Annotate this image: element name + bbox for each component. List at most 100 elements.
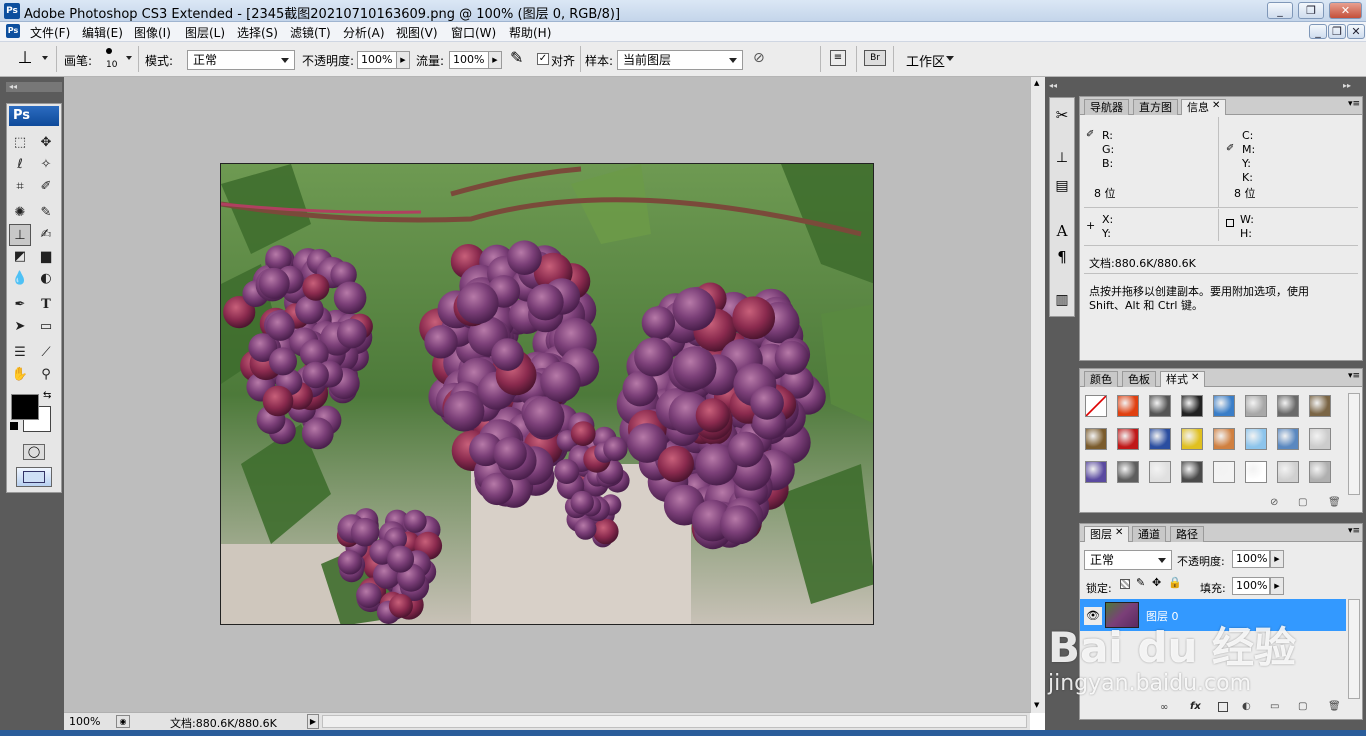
tab-paths[interactable]: 路径	[1170, 526, 1204, 542]
new-style-icon[interactable]: ▢	[1298, 497, 1307, 508]
link-layers-icon[interactable]: ∞	[1160, 702, 1168, 713]
dock-expand-icon[interactable]: ▸▸	[1343, 81, 1363, 91]
blend-mode-select[interactable]: 正常	[1084, 550, 1172, 570]
silver-style[interactable]	[1245, 395, 1267, 417]
layers-scrollbar[interactable]	[1348, 599, 1360, 699]
tab-histogram[interactable]: 直方图	[1133, 99, 1178, 115]
tool-preset-chevron-down-icon[interactable]	[42, 56, 48, 60]
marquee-tool-icon[interactable]: ⬚	[9, 132, 31, 154]
vertical-scrollbar[interactable]: ▲ ▼	[1030, 77, 1045, 713]
quick-mask-icon[interactable]: ◯	[23, 444, 45, 460]
lock-all-icon[interactable]: 🔒	[1168, 576, 1182, 589]
menu-window[interactable]: 窗口(W)	[451, 24, 496, 41]
workspace-menu[interactable]: 工作区	[906, 51, 945, 70]
close-tab-icon[interactable]: ✕	[1115, 527, 1123, 538]
doc-restore-button[interactable]: ❐	[1328, 24, 1346, 39]
workspace-chevron-down-icon[interactable]	[946, 56, 954, 61]
layer-mask-icon[interactable]	[1218, 702, 1228, 712]
mode-select[interactable]: 正常	[187, 50, 295, 70]
layer-style-icon[interactable]: fx	[1190, 701, 1201, 712]
clear-style-icon[interactable]: ⊘	[1270, 497, 1278, 508]
opacity-input[interactable]: 100%	[357, 51, 397, 69]
sunset-style[interactable]	[1213, 428, 1235, 450]
screen-mode-icon[interactable]	[16, 467, 52, 487]
flow-input[interactable]: 100%	[449, 51, 489, 69]
layer-opacity-arrow-icon[interactable]: ▶	[1270, 550, 1284, 568]
tab-navigator[interactable]: 导航器	[1084, 99, 1129, 115]
minimize-button[interactable]: _	[1267, 2, 1293, 19]
clone-stamp-tool-icon[interactable]: ⊥	[9, 224, 31, 246]
aligned-checkbox[interactable]: ✓	[537, 53, 549, 65]
zoom-tool-icon[interactable]: ⚲	[35, 364, 57, 386]
doc-minimize-button[interactable]: _	[1309, 24, 1327, 39]
hand-tool-icon[interactable]: ✋	[9, 364, 31, 386]
healing-brush-tool-icon[interactable]: ✺	[9, 202, 31, 224]
brush-tool-icon[interactable]: ✎	[35, 202, 57, 224]
new-group-icon[interactable]: ▭	[1270, 701, 1279, 712]
layer-comps-icon[interactable]: ▥	[1052, 292, 1072, 314]
toggle-brushes-panel-icon[interactable]: ≡	[830, 50, 846, 66]
notes-tool-icon[interactable]: ☰	[9, 342, 31, 364]
bevel-style[interactable]	[1277, 461, 1299, 483]
tools-collapse-icon[interactable]: ◂◂	[6, 82, 62, 92]
scroll-down-icon[interactable]: ▼	[1034, 701, 1039, 709]
lock-transparency-icon[interactable]	[1120, 579, 1130, 589]
status-menu-arrow-icon[interactable]: ▶	[307, 714, 319, 729]
wood-style[interactable]	[1085, 428, 1107, 450]
clone-source-icon[interactable]: ⊥	[1052, 150, 1072, 172]
pen-tool-icon[interactable]: ✒	[9, 294, 31, 316]
type-tool-icon[interactable]: T	[35, 294, 57, 316]
default-colors-icon[interactable]	[10, 422, 18, 430]
dark-gray-style[interactable]	[1117, 461, 1139, 483]
close-tab-icon[interactable]: ✕	[1191, 372, 1199, 383]
outline-style[interactable]	[1213, 461, 1235, 483]
scroll-up-icon[interactable]: ▲	[1034, 79, 1039, 87]
menu-image[interactable]: 图像(I)	[134, 24, 171, 41]
styles-scrollbar[interactable]	[1348, 393, 1360, 495]
dock-collapse-icon[interactable]: ◂◂	[1049, 81, 1079, 91]
brushes-icon[interactable]: ▤	[1052, 178, 1072, 200]
panel-menu-icon[interactable]: ▾≡	[1348, 371, 1360, 381]
fill-input[interactable]: 100%	[1232, 577, 1270, 595]
chrome-style[interactable]	[1181, 395, 1203, 417]
document-canvas[interactable]	[220, 163, 874, 625]
eyedropper-tool-icon[interactable]: ⟋	[35, 342, 57, 364]
eraser-tool-icon[interactable]: ◩	[9, 246, 31, 268]
red-style[interactable]	[1117, 428, 1139, 450]
brush-chevron-down-icon[interactable]	[126, 56, 132, 60]
opacity-arrow-icon[interactable]: ▶	[396, 51, 410, 69]
magic-wand-tool-icon[interactable]: ✧	[35, 154, 57, 176]
light-style[interactable]	[1149, 461, 1171, 483]
history-brush-tool-icon[interactable]: ✍	[35, 224, 57, 246]
charcoal-style[interactable]	[1181, 461, 1203, 483]
character-icon[interactable]: A	[1052, 222, 1072, 244]
menu-file[interactable]: 文件(F)	[30, 24, 70, 41]
sample-select[interactable]: 当前图层	[617, 50, 743, 70]
restore-button[interactable]: ❐	[1298, 2, 1324, 19]
menu-select[interactable]: 选择(S)	[237, 24, 278, 41]
rainbow-style[interactable]	[1149, 428, 1171, 450]
fill-arrow-icon[interactable]: ▶	[1270, 577, 1284, 595]
panel-menu-icon[interactable]: ▾≡	[1348, 526, 1360, 536]
landscape-style[interactable]	[1277, 428, 1299, 450]
lasso-tool-icon[interactable]: ℓ	[9, 154, 31, 176]
flow-arrow-icon[interactable]: ▶	[488, 51, 502, 69]
close-button[interactable]: ✕	[1329, 2, 1362, 19]
metal-style[interactable]	[1277, 395, 1299, 417]
purple-style[interactable]	[1085, 461, 1107, 483]
airbrush-icon[interactable]: ✎	[510, 48, 523, 67]
layer-name[interactable]: 图层 0	[1146, 608, 1179, 624]
brush-tip-icon[interactable]	[106, 48, 112, 54]
doc-close-button[interactable]: ✕	[1347, 24, 1365, 39]
ignore-adjustment-layers-icon[interactable]: ⊘	[753, 50, 765, 66]
lock-position-icon[interactable]: ✥	[1152, 576, 1161, 589]
menu-help[interactable]: 帮助(H)	[509, 24, 551, 41]
adjustment-layer-icon[interactable]: ◐	[1242, 701, 1251, 712]
paragraph-icon[interactable]: ¶	[1052, 248, 1072, 270]
tab-color[interactable]: 颜色	[1084, 371, 1118, 387]
new-layer-icon[interactable]: ▢	[1298, 701, 1307, 712]
delete-style-icon[interactable]: 🗑	[1328, 497, 1341, 508]
swap-colors-icon[interactable]: ⇆	[43, 390, 51, 401]
lock-image-icon[interactable]: ✎	[1136, 576, 1145, 589]
bridge-icon[interactable]: Br	[864, 50, 886, 66]
